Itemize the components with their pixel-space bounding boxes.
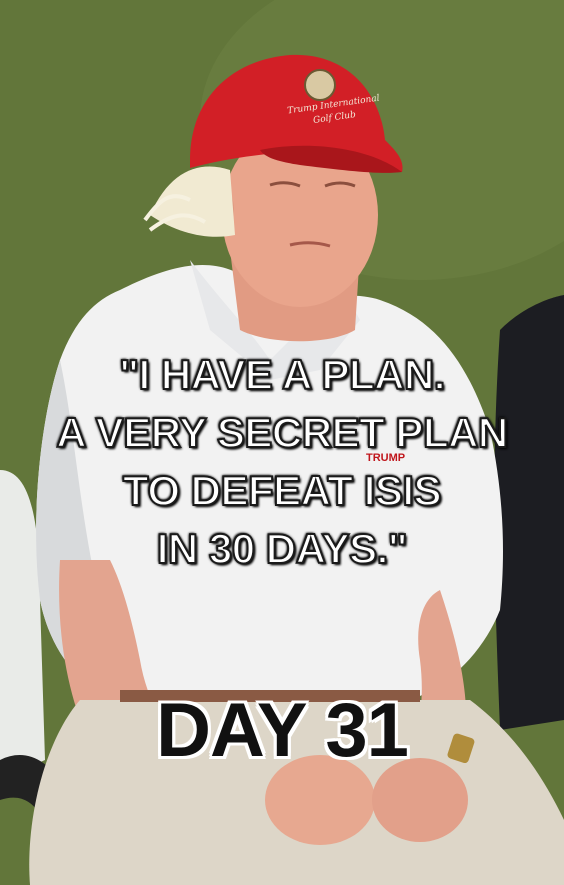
- meme-image: Trump International Golf Club TRUMP "I H…: [0, 0, 564, 885]
- quote-line-1: "I HAVE A PLAN.: [118, 350, 446, 399]
- punchline-caption: DAY 31: [156, 688, 409, 773]
- cap-crest: [304, 69, 336, 101]
- quote-line-4: IN 30 DAYS.": [156, 524, 409, 573]
- quote-line-3: TO DEFEAT ISIS: [122, 466, 443, 515]
- quote-caption: "I HAVE A PLAN. A VERY SECRET PLAN TO DE…: [0, 346, 564, 578]
- quote-line-2: A VERY SECRET PLAN: [55, 408, 509, 457]
